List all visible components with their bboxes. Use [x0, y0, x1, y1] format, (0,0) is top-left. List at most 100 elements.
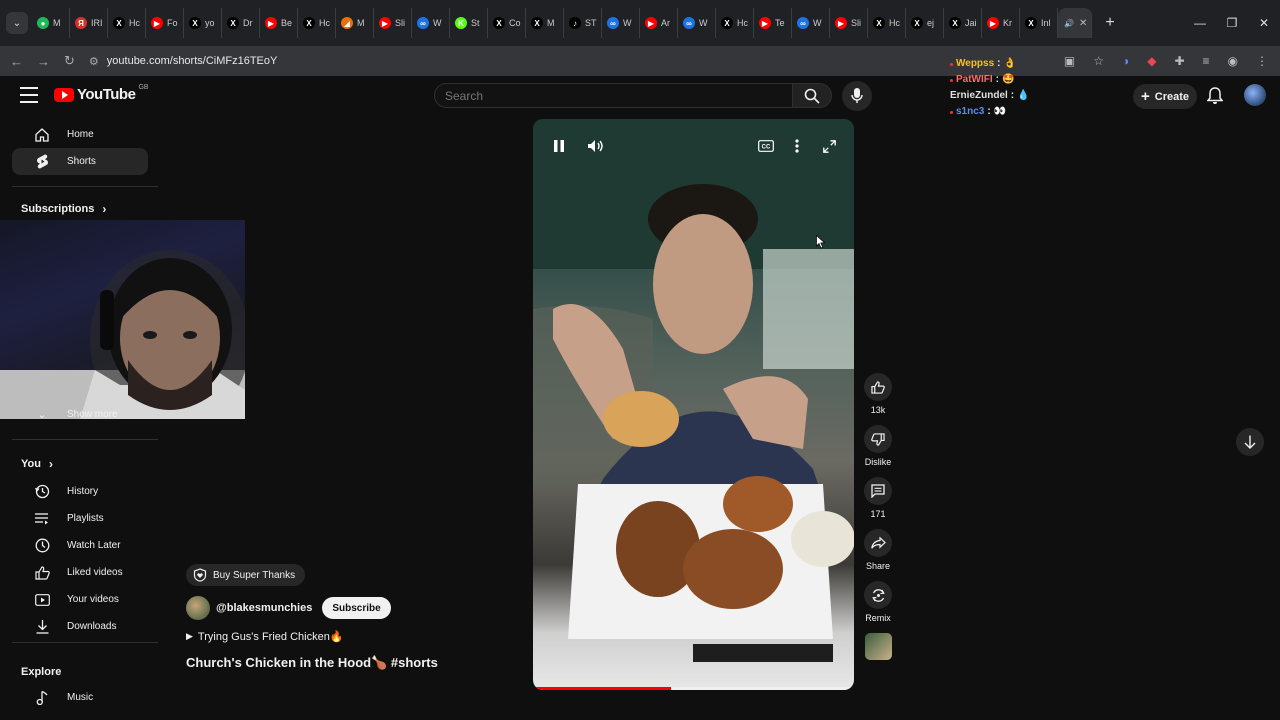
browser-tab[interactable]: X Hc: [108, 8, 146, 38]
browser-tab[interactable]: ∞ W: [792, 8, 830, 38]
sidebar-item-shorts[interactable]: Shorts: [12, 148, 148, 175]
sidebar-item-watch-later[interactable]: Watch Later: [12, 532, 148, 559]
browser-tab[interactable]: ♪ ST: [564, 8, 602, 38]
browser-tab[interactable]: X Hc: [298, 8, 336, 38]
dislike-button[interactable]: [864, 425, 892, 453]
new-tab-button[interactable]: +: [1100, 14, 1120, 32]
browser-tab[interactable]: ◢ M: [336, 8, 374, 38]
tab-favicon-icon: X: [493, 17, 505, 29]
browser-tab[interactable]: Xej: [906, 8, 944, 38]
browser-tab[interactable]: ● M: [32, 8, 70, 38]
reload-icon[interactable]: ↻: [64, 53, 75, 69]
close-window-button[interactable]: ✕: [1248, 16, 1280, 30]
dislike-action: Dislike: [860, 425, 896, 467]
browser-tab[interactable]: X Hc: [868, 8, 906, 38]
youtube-play-icon: [54, 87, 74, 102]
browser-tab[interactable]: ▶ Sli: [830, 8, 868, 38]
channel-name[interactable]: @blakesmunchies: [216, 602, 312, 614]
sidebar-item-your-videos[interactable]: Your videos: [12, 586, 148, 613]
account-avatar[interactable]: [1244, 84, 1266, 106]
sidebar-item-downloads[interactable]: Downloads: [12, 613, 148, 640]
sidebar-item-liked-videos[interactable]: Liked videos: [12, 559, 148, 586]
active-tab[interactable]: 🔊 ✕: [1058, 8, 1092, 38]
browser-tab-bar: ⌄ ● M Я IRI X Hc ▶ Fo Xyo X Dr ▶ Be X Hc ◢ M ▶ Sli ∞ W K St X Co…: [0, 0, 1280, 46]
forward-icon[interactable]: →: [37, 54, 50, 69]
subscriptions-header[interactable]: Subscriptions ›: [0, 202, 160, 216]
browser-tab[interactable]: XM: [526, 8, 564, 38]
hamburger-menu-icon[interactable]: [20, 87, 38, 103]
search-button[interactable]: [792, 83, 832, 108]
create-button[interactable]: + Create: [1133, 84, 1197, 109]
sidebar-item-home[interactable]: Home: [12, 121, 148, 148]
captions-button[interactable]: CC: [754, 134, 778, 158]
restore-button[interactable]: ❐: [1216, 16, 1248, 30]
browser-tab[interactable]: X Inl: [1020, 8, 1058, 38]
share-button[interactable]: [864, 529, 892, 557]
notifications-button[interactable]: [1206, 87, 1224, 110]
minimize-button[interactable]: —: [1184, 16, 1216, 30]
browser-tab[interactable]: K St: [450, 8, 488, 38]
sound-thumbnail[interactable]: [864, 633, 892, 660]
show-more-button[interactable]: ⌄ Show more: [12, 404, 148, 424]
remix-button[interactable]: [864, 581, 892, 609]
browser-tab[interactable]: ▶ Ar: [640, 8, 678, 38]
youtube-logo[interactable]: YouTube GB: [54, 84, 149, 103]
tab-title: Sli: [395, 18, 406, 28]
sidebar-item-history[interactable]: History: [12, 478, 148, 505]
browser-tab[interactable]: ▶ Fo: [146, 8, 184, 38]
super-thanks-label: Buy Super Thanks: [213, 569, 296, 581]
more-options-button[interactable]: [785, 134, 809, 158]
browser-tab[interactable]: X Hc: [716, 8, 754, 38]
fullscreen-button[interactable]: [817, 134, 841, 158]
url-field[interactable]: ⚙ youtube.com/shorts/CiMFz16TEoY: [89, 55, 277, 68]
browser-tab[interactable]: X Co: [488, 8, 526, 38]
browser-tab[interactable]: ∞ W: [602, 8, 640, 38]
browser-tab[interactable]: ▶ Kr: [982, 8, 1020, 38]
you-header[interactable]: You ›: [0, 454, 160, 474]
site-info-icon[interactable]: ⚙: [89, 55, 99, 68]
channel-avatar[interactable]: [186, 596, 210, 620]
sidebar-item-playlists[interactable]: Playlists: [12, 505, 148, 532]
sidebar-item-label: Playlists: [67, 513, 104, 524]
comments-button[interactable]: [864, 477, 892, 505]
browser-tab[interactable]: ∞ W: [412, 8, 450, 38]
shorts-video-player[interactable]: CC: [533, 119, 854, 690]
sidebar-item-music[interactable]: Music: [12, 684, 148, 711]
browser-tab[interactable]: ∞ W: [678, 8, 716, 38]
sidebar-divider: [12, 186, 158, 187]
pause-button[interactable]: [547, 134, 571, 158]
browser-tab[interactable]: ▶ Be: [260, 8, 298, 38]
back-icon[interactable]: ←: [10, 54, 23, 69]
profile-icon[interactable]: ◉: [1228, 54, 1238, 68]
browser-tab[interactable]: ▶ Sli: [374, 8, 412, 38]
install-icon[interactable]: ▣: [1064, 54, 1075, 68]
browser-tab[interactable]: Я IRI: [70, 8, 108, 38]
search-input[interactable]: [434, 83, 792, 108]
browser-tab[interactable]: X Dr: [222, 8, 260, 38]
video-progress-bar[interactable]: [533, 687, 854, 690]
like-button[interactable]: [864, 373, 892, 401]
tab-title: W: [433, 18, 442, 28]
tab-favicon-icon: ▶: [759, 17, 771, 29]
sound-link[interactable]: ▶ Trying Gus's Fried Chicken🔥: [186, 630, 438, 643]
bookmark-star-icon[interactable]: ☆: [1093, 54, 1104, 68]
next-short-button[interactable]: [1236, 428, 1264, 456]
progress-fill: [533, 687, 672, 690]
super-thanks-icon: [193, 568, 207, 582]
browser-tab[interactable]: X Jai: [944, 8, 982, 38]
tab-close-icon[interactable]: ✕: [1079, 18, 1087, 29]
tab-favicon-icon: X: [873, 17, 885, 29]
subscribe-button[interactable]: Subscribe: [322, 597, 391, 619]
tab-groups-icon[interactable]: ≡: [1203, 54, 1210, 68]
extension-icon[interactable]: ◑: [1122, 54, 1129, 68]
browser-tab[interactable]: Xyo: [184, 8, 222, 38]
extension-icon-2[interactable]: ◆: [1147, 54, 1156, 68]
browser-menu-icon[interactable]: ⋮: [1256, 54, 1268, 68]
tab-search-button[interactable]: ⌄: [6, 12, 28, 34]
browser-tab[interactable]: ▶ Te: [754, 8, 792, 38]
volume-button[interactable]: [584, 134, 608, 158]
extensions-puzzle-icon[interactable]: ✚: [1174, 54, 1184, 68]
tab-title: Co: [509, 18, 521, 28]
super-thanks-button[interactable]: Buy Super Thanks: [186, 564, 306, 586]
voice-search-button[interactable]: [842, 81, 872, 111]
